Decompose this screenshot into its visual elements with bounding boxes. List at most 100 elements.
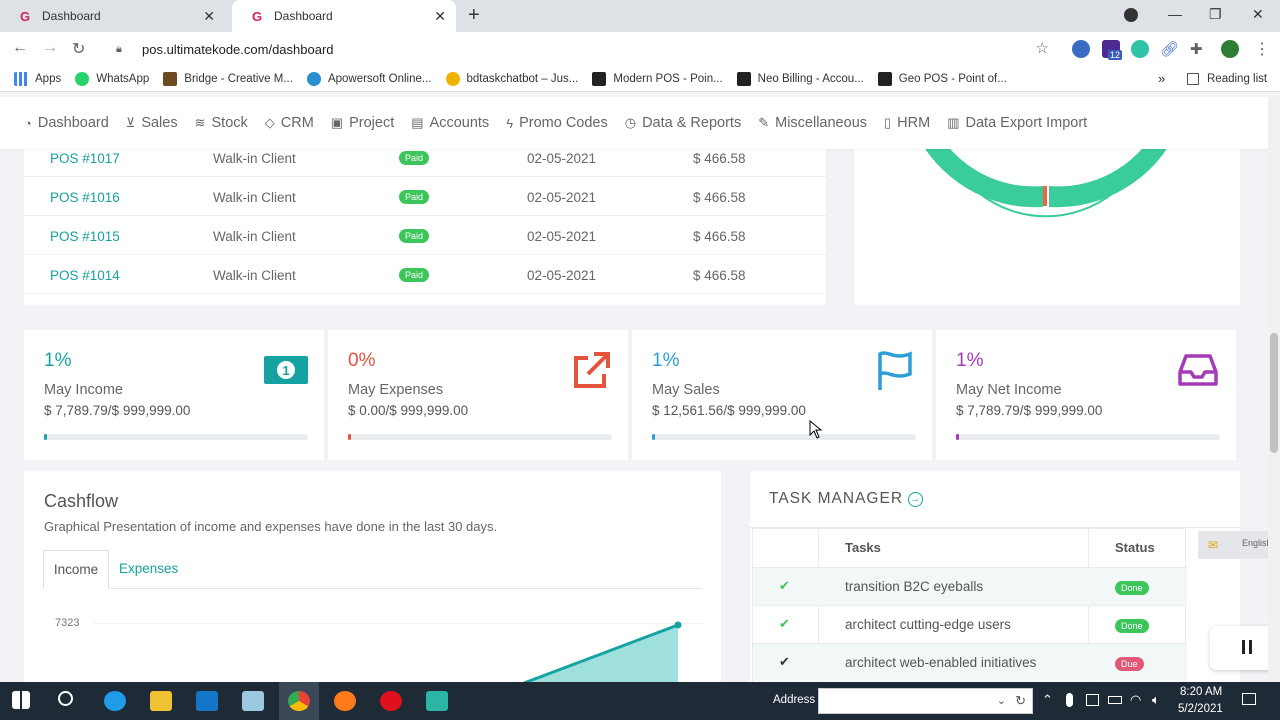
invoice-id-link[interactable]: POS #1017	[50, 151, 120, 166]
nav-dashboard[interactable]: ◔ Dashboard	[24, 115, 109, 131]
screen-recorder-icon[interactable]	[426, 691, 448, 711]
bookmark-label: Geo POS - Point of...	[898, 72, 1007, 85]
bookmark-bridge[interactable]: Bridge - Creative M...	[163, 71, 293, 86]
status-badge: Paid	[399, 151, 430, 165]
check-icon[interactable]: ✔	[779, 654, 790, 670]
nav-data-reports[interactable]: ◷ Data & Reports	[625, 115, 741, 131]
wifi-icon[interactable]: ◠	[1130, 692, 1141, 708]
table-row[interactable]: ✔ transition B2C eyeballs Done	[753, 567, 1187, 605]
bolt-icon: ϟ	[506, 115, 514, 131]
camera-icon[interactable]	[1086, 694, 1099, 706]
bookmark-neo-billing[interactable]: Neo Billing - Accou...	[736, 71, 864, 86]
stat-card-expenses: 0% May Expenses $ 0.00/$ 999,999.00	[328, 330, 628, 460]
arrow-circle-icon[interactable]: →	[908, 491, 924, 507]
table-row[interactable]: POS #1017 Walk-in Client Paid 02-05-2021…	[24, 149, 826, 177]
opera-icon[interactable]	[380, 691, 402, 711]
invoice-id-link[interactable]: POS #1016	[50, 190, 120, 205]
close-tab-icon[interactable]: ✕	[434, 8, 446, 25]
column-header-status: Status	[1115, 540, 1155, 555]
kebab-menu-icon[interactable]: ⋮	[1254, 39, 1270, 59]
url-text: pos.ultimatekode.com/dashboard	[142, 41, 334, 57]
envato-icon	[592, 71, 607, 86]
bookmark-whatsapp[interactable]: WhatsApp	[75, 71, 149, 86]
bookmark-bdtask[interactable]: bdtaskchatbot – Jus...	[445, 71, 578, 86]
notepad-icon[interactable]	[242, 691, 264, 711]
bookmark-modern-pos[interactable]: Modern POS - Poin...	[592, 71, 723, 86]
check-icon[interactable]: ✔	[779, 616, 790, 632]
bookmark-apowersoft[interactable]: Apowersoft Online...	[306, 71, 432, 86]
invoice-amount: $ 466.58	[693, 229, 746, 244]
table-row[interactable]: POS #1015 Walk-in Client Paid 02-05-2021…	[24, 217, 826, 255]
invoice-date: 02-05-2021	[527, 229, 597, 244]
forward-icon[interactable]: →	[42, 39, 58, 57]
invoice-id-link[interactable]: POS #1014	[50, 268, 120, 283]
microphone-icon[interactable]	[1066, 693, 1073, 707]
browser-tab-active[interactable]: G Dashboard ✕	[232, 0, 456, 32]
bridge-icon	[163, 71, 178, 86]
new-tab-icon[interactable]: +	[468, 4, 480, 27]
nav-sales[interactable]: ⊻ Sales	[126, 115, 178, 131]
search-icon[interactable]	[58, 691, 73, 706]
nav-crm[interactable]: ◇ CRM	[265, 115, 314, 131]
bookmark-apps[interactable]: Apps	[14, 71, 61, 86]
bookmark-star-icon[interactable]: ☆	[1036, 39, 1049, 57]
extension-icon[interactable]	[1131, 40, 1149, 58]
table-row[interactable]: POS #1014 Walk-in Client Paid 02-05-2021…	[24, 256, 826, 294]
back-icon[interactable]: ←	[12, 39, 28, 57]
bookmarks-bar: Apps WhatsApp Bridge - Creative M... Apo…	[0, 66, 1280, 92]
clock-date[interactable]: 5/2/2021	[1178, 703, 1223, 715]
profile-menu-icon[interactable]	[1124, 8, 1138, 22]
avatar[interactable]	[1221, 40, 1239, 58]
nav-accounts[interactable]: ▤ Accounts	[411, 115, 489, 131]
nav-promo-codes[interactable]: ϟ Promo Codes	[506, 115, 608, 131]
clock-time[interactable]: 8:20 AM	[1180, 686, 1222, 698]
chrome-icon[interactable]	[288, 691, 310, 711]
minimize-icon[interactable]: —	[1168, 6, 1182, 22]
windows-start-icon[interactable]	[12, 691, 30, 709]
browser-tab[interactable]: G Dashboard ✕	[0, 0, 225, 32]
pause-icon[interactable]	[1249, 640, 1252, 654]
invoice-id-link[interactable]: POS #1015	[50, 229, 120, 244]
check-icon[interactable]: ✔	[779, 578, 790, 594]
bookmark-label: Modern POS - Poin...	[613, 72, 723, 85]
address-bar[interactable]: 🔒︎ pos.ultimatekode.com/dashboard ☆	[104, 36, 1059, 62]
chevron-down-icon[interactable]: ⌄	[997, 694, 1006, 707]
table-row[interactable]: ✔ architect web-enabled initiatives Due	[753, 643, 1187, 681]
translate-icon: ✉	[1208, 538, 1219, 552]
stat-value: $ 7,789.79/$ 999,999.00	[44, 403, 191, 418]
link-extension-icon[interactable]: 🔗︎	[1160, 40, 1179, 58]
file-explorer-icon[interactable]	[150, 691, 172, 711]
close-window-icon[interactable]: ✕	[1252, 6, 1264, 23]
firefox-icon[interactable]	[334, 691, 356, 711]
battery-icon[interactable]	[1108, 696, 1122, 704]
maximize-icon[interactable]: ❐	[1209, 6, 1222, 23]
bookmark-geo-pos[interactable]: Geo POS - Point of...	[877, 71, 1007, 86]
speaker-icon[interactable]: 🔈︎	[1152, 692, 1160, 708]
more-bookmarks-icon[interactable]: »	[1158, 71, 1165, 86]
table-row[interactable]: POS #1016 Walk-in Client Paid 02-05-2021…	[24, 178, 826, 216]
notifications-icon[interactable]	[1242, 693, 1256, 705]
page-scrollbar[interactable]	[1268, 97, 1280, 682]
refresh-icon[interactable]: ↻	[1015, 693, 1026, 709]
edge-icon[interactable]	[104, 691, 126, 711]
nav-hrm[interactable]: ▯ HRM	[884, 115, 930, 131]
nav-project[interactable]: ▣ Project	[331, 115, 394, 131]
address-toolbar-input[interactable]: ⌄ ↻	[818, 688, 1033, 714]
column-header-tasks: Tasks	[845, 540, 881, 555]
lock-icon: 🔒︎	[116, 42, 122, 55]
extension-icon[interactable]	[1072, 40, 1090, 58]
reading-list[interactable]: Reading list	[1187, 72, 1267, 85]
scrollbar-thumb[interactable]	[1270, 333, 1278, 453]
outlook-icon[interactable]	[196, 691, 218, 711]
nav-stock[interactable]: ≋ Stock	[195, 115, 248, 131]
close-tab-icon[interactable]: ✕	[203, 8, 215, 25]
nav-data-export-import[interactable]: ▥ Data Export Import	[947, 115, 1087, 131]
data-point[interactable]	[674, 621, 682, 629]
pause-icon[interactable]	[1242, 640, 1245, 654]
bookmark-label: Bridge - Creative M...	[184, 72, 293, 85]
nav-miscellaneous[interactable]: ✎ Miscellaneous	[758, 115, 867, 131]
chevron-up-icon[interactable]: ⌃	[1042, 692, 1053, 708]
reload-icon[interactable]: ↻	[72, 39, 85, 59]
table-row[interactable]: ✔ architect cutting-edge users Done	[753, 605, 1187, 643]
puzzle-icon[interactable]: ✚	[1190, 40, 1208, 58]
